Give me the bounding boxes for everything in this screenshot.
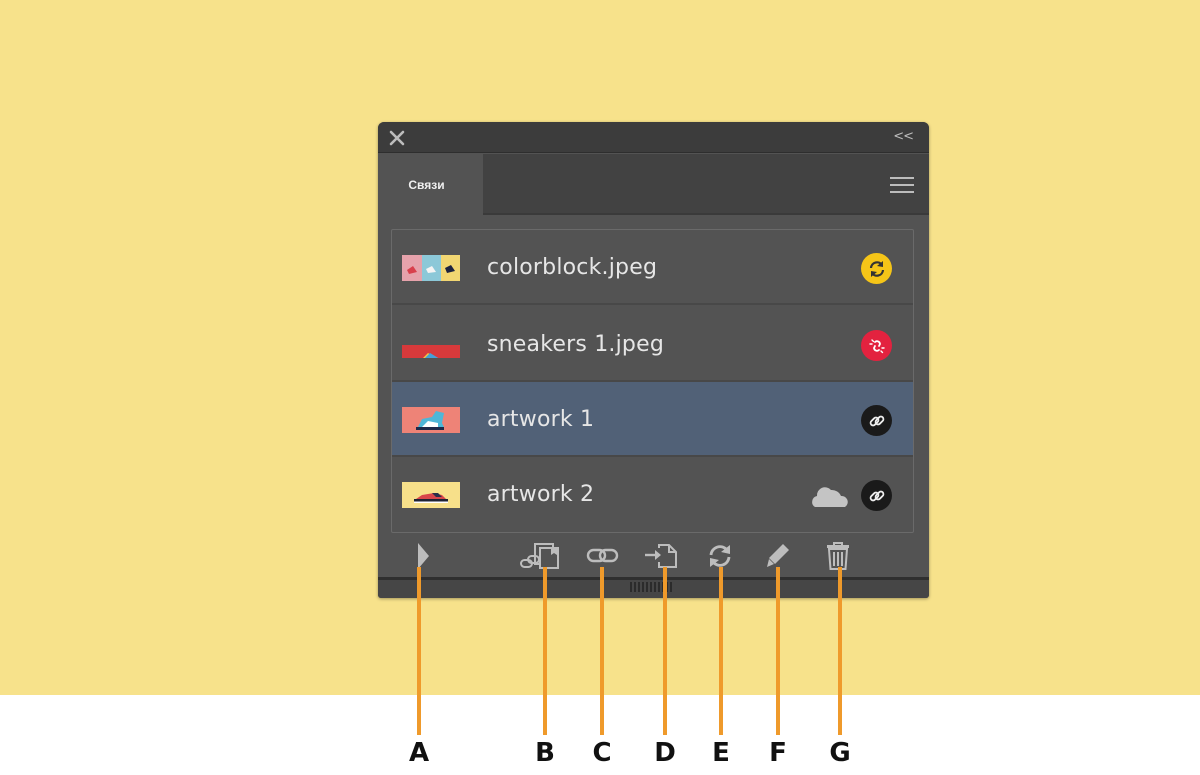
- callout-line-e: [719, 567, 723, 735]
- link-name: artwork 1: [487, 407, 595, 432]
- callout-label-e: E: [712, 738, 730, 768]
- list-item[interactable]: artwork 2: [392, 457, 913, 532]
- resize-handle[interactable]: [378, 577, 929, 598]
- thumbnail: [402, 332, 460, 358]
- panel-titlebar: <<: [378, 122, 929, 153]
- thumbnail: [402, 255, 460, 281]
- expand-triangle-icon[interactable]: [412, 541, 434, 571]
- thumbnail: [402, 407, 460, 433]
- tab-links[interactable]: Связи: [378, 154, 483, 215]
- collapse-panel-button[interactable]: <<: [893, 129, 914, 144]
- callout-label-a: A: [408, 738, 430, 768]
- callout-label-d: D: [654, 738, 676, 768]
- go-to-link-icon[interactable]: [642, 541, 680, 571]
- list-item[interactable]: colorblock.jpeg: [392, 230, 913, 305]
- callout-label-f: F: [769, 738, 787, 768]
- panel-footer: [378, 533, 929, 578]
- cloud-icon: [809, 481, 851, 509]
- callout-label-c: C: [592, 738, 612, 768]
- broken-link-icon[interactable]: [861, 330, 892, 361]
- callout-line-b: [543, 567, 547, 735]
- link-icon[interactable]: [861, 405, 892, 436]
- callout-line-c: [600, 567, 604, 735]
- links-list: colorblock.jpeg sneakers 1.jpeg artwork …: [391, 229, 914, 533]
- hamburger-menu-icon[interactable]: [890, 177, 914, 193]
- link-name: sneakers 1.jpeg: [487, 332, 664, 357]
- callout-label-b: B: [535, 738, 555, 768]
- link-icon[interactable]: [861, 480, 892, 511]
- callout-line-f: [776, 567, 780, 735]
- sync-modified-icon[interactable]: [861, 253, 892, 284]
- tab-bar: Связи: [378, 154, 929, 215]
- callout-label-g: G: [829, 738, 851, 768]
- tab-divider: [483, 213, 929, 215]
- list-item[interactable]: artwork 1: [392, 382, 913, 457]
- link-name: colorblock.jpeg: [487, 255, 658, 280]
- callout-line-d: [663, 567, 667, 735]
- tab-label: Связи: [408, 177, 445, 192]
- relink-from-library-icon[interactable]: [518, 541, 564, 571]
- links-panel: << Связи colorblock.jpeg sneakers 1.jpeg…: [378, 122, 929, 598]
- callout-line-g: [838, 567, 842, 735]
- thumbnail: [402, 482, 460, 508]
- callout-line-a: [417, 567, 421, 735]
- close-icon[interactable]: [389, 130, 405, 146]
- grip-icon: [630, 582, 674, 592]
- link-name: artwork 2: [487, 482, 595, 507]
- list-item[interactable]: sneakers 1.jpeg: [392, 307, 913, 382]
